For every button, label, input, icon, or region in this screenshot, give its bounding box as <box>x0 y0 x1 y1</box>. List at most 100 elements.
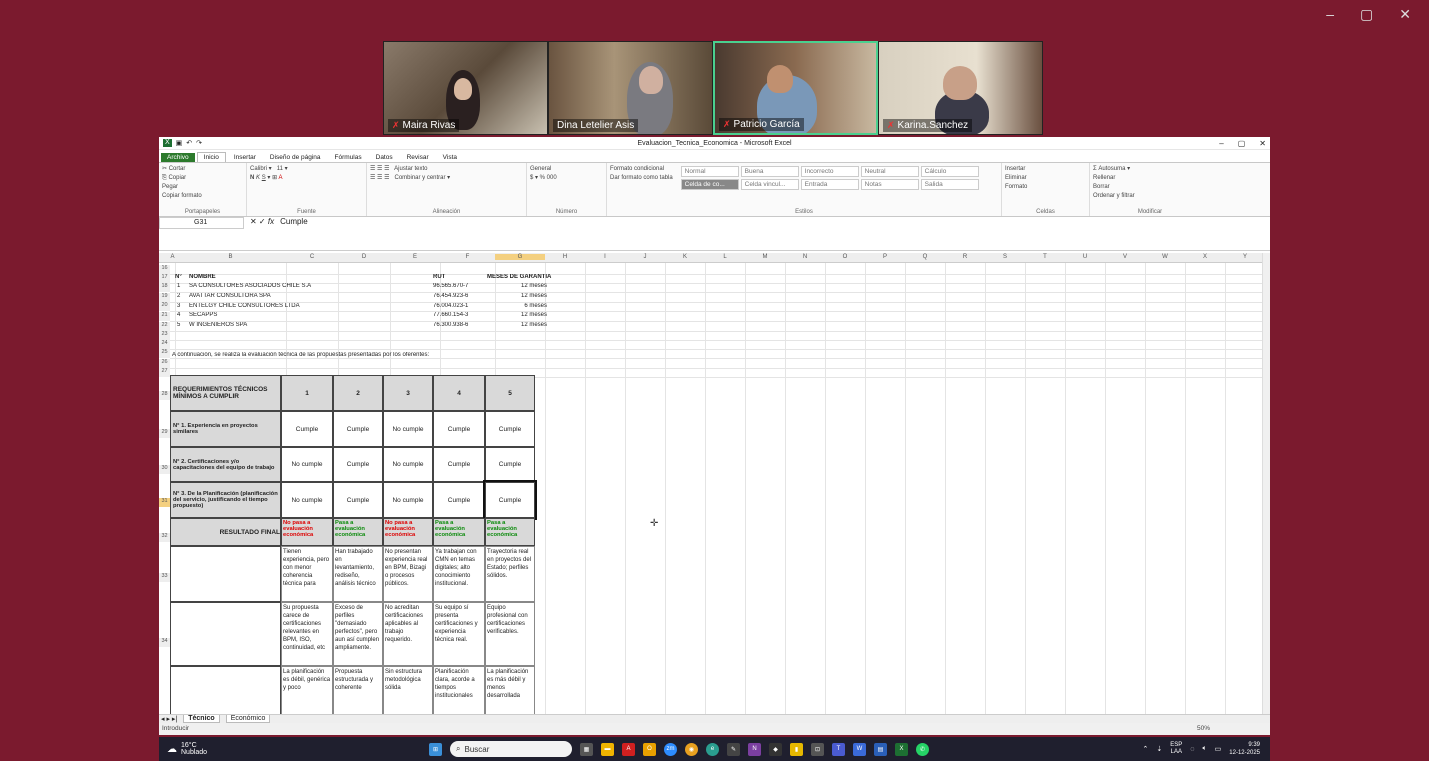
cell-company-n[interactable]: 2 <box>177 293 187 302</box>
participant-tile[interactable]: ✗ Maira Rivas <box>383 41 548 135</box>
column-header[interactable]: H <box>545 254 585 260</box>
excel-close-button[interactable]: ✕ <box>1259 139 1266 148</box>
requirement-result-cell[interactable]: Cumple <box>433 482 485 518</box>
spreadsheet-grid[interactable]: ABCDEFGHIJKLMNOPQRSTUVWXYZ 1617181920212… <box>159 253 1262 714</box>
sheet-tab-tecnico[interactable]: Técnico <box>183 715 220 723</box>
cell-company-n[interactable]: 3 <box>177 303 187 312</box>
cell-company-warranty[interactable]: 12 meses <box>487 322 547 331</box>
notes-cell[interactable]: Ya trabajan con CMN en temas digitales; … <box>433 546 485 602</box>
style-notas[interactable]: Notas <box>860 179 919 190</box>
cell-company-name[interactable]: AVATTAR CONSULTORA SPA <box>189 293 429 302</box>
notes-cell[interactable]: Han trabajado en levantamiento, rediseño… <box>333 546 383 602</box>
final-result-cell[interactable]: Pasa a evaluación económica <box>433 518 485 546</box>
tab-archivo[interactable]: Archivo <box>161 153 195 162</box>
cell-company-warranty[interactable]: 6 meses <box>487 303 547 312</box>
powerbi-icon[interactable]: ▮ <box>790 742 803 756</box>
cell-company-warranty[interactable]: 12 meses <box>487 283 547 292</box>
requirement-result-cell[interactable]: No cumple <box>383 447 433 482</box>
row-header[interactable]: 29 <box>159 429 170 438</box>
notes-cell[interactable]: Sin estructura metodológica sólida <box>383 666 433 714</box>
column-header[interactable]: U <box>1065 254 1105 260</box>
sheet-tab-economico[interactable]: Económico <box>225 715 271 723</box>
notes-cell[interactable]: Propuesta estructurada y coherente <box>333 666 383 714</box>
tab-formulas[interactable]: Fórmulas <box>329 153 368 162</box>
cell-company-warranty[interactable]: 12 meses <box>487 312 547 321</box>
notes-cell[interactable]: Equipo profesional con certificaciones v… <box>485 602 535 666</box>
row-header[interactable]: 17 <box>159 274 170 283</box>
zoom-icon[interactable]: zm <box>664 742 677 756</box>
style-neutral[interactable]: Neutral <box>860 166 919 177</box>
pdf-reader-icon[interactable]: A <box>622 742 635 756</box>
offer-column-header[interactable]: 1 <box>281 375 333 411</box>
notes-cell[interactable]: Tienen experiencia, pero con menor coher… <box>281 546 333 602</box>
edge-icon[interactable]: e <box>706 742 719 756</box>
requirement-result-cell[interactable]: No cumple <box>281 482 333 518</box>
row-header[interactable]: 19 <box>159 293 170 302</box>
column-header[interactable]: E <box>390 254 440 260</box>
font-style-buttons[interactable]: N K S ▾ ⊞ A <box>250 174 363 183</box>
notepad-icon[interactable]: ▤ <box>874 742 887 756</box>
cell-company-name[interactable]: SECAPPS <box>189 312 429 321</box>
notes-cell[interactable]: La planificación es más débil y menos de… <box>485 666 535 714</box>
style-entrada[interactable]: Entrada <box>800 179 859 190</box>
column-header[interactable]: C <box>286 254 338 260</box>
format-painter-button[interactable]: Copiar formato <box>162 192 243 201</box>
delete-cells-button[interactable]: Eliminar <box>1005 174 1086 183</box>
volume-icon[interactable]: 🔈︎ <box>1202 745 1206 753</box>
column-header[interactable]: F <box>440 254 495 260</box>
save-icon[interactable]: ▣ <box>176 139 183 147</box>
cell-company-warranty[interactable]: 12 meses <box>487 293 547 302</box>
column-header[interactable]: P <box>865 254 905 260</box>
style-salida[interactable]: Salida <box>920 179 979 190</box>
final-result-cell[interactable]: No pasa a evaluación económica <box>281 518 333 546</box>
excel-minimize-button[interactable]: – <box>1219 139 1223 148</box>
minimize-button[interactable]: – <box>1326 6 1334 23</box>
network-icon[interactable]: ⇣ <box>1156 745 1162 753</box>
cell-header-warranty[interactable]: MESES DE GARANTÍA <box>487 274 557 283</box>
row-header[interactable]: 21 <box>159 312 170 321</box>
offer-column-header[interactable]: 3 <box>383 375 433 411</box>
row-header[interactable]: 28 <box>159 391 170 400</box>
tab-revisar[interactable]: Revisar <box>401 153 435 162</box>
notes-empty-cell[interactable] <box>170 666 281 714</box>
notes-cell[interactable]: Su equipo sí presenta certificaciones y … <box>433 602 485 666</box>
column-header[interactable]: V <box>1105 254 1145 260</box>
cell-company-rut[interactable]: 76.004.023-1 <box>433 303 485 312</box>
language-indicator[interactable]: ESP LAA <box>1170 742 1182 756</box>
name-box[interactable]: G31 <box>159 217 244 229</box>
notes-cell[interactable]: No presentan experiencia real en BPM, Bi… <box>383 546 433 602</box>
chrome-icon[interactable]: ◉ <box>685 742 698 756</box>
cell-company-rut[interactable]: 96.565.670-7 <box>433 283 485 292</box>
participant-tile-active[interactable]: ✗ Patricio García <box>713 41 878 135</box>
file-explorer-icon[interactable]: ▬ <box>601 742 614 756</box>
restore-button[interactable]: ▢ <box>1360 6 1373 23</box>
chevron-up-icon[interactable]: ⌃ <box>1143 745 1149 753</box>
row-header[interactable]: 33 <box>159 573 170 582</box>
cell-company-name[interactable]: W INGENIEROS SPA <box>189 322 429 331</box>
requirement-result-cell[interactable]: Cumple <box>485 447 535 482</box>
store-icon[interactable]: ⊡ <box>811 742 824 756</box>
requirement-result-cell[interactable]: Cumple <box>433 447 485 482</box>
merge-center-button[interactable]: ☰ ☰ ☰ Combinar y centrar ▾ <box>370 174 523 183</box>
offer-column-header[interactable]: 2 <box>333 375 383 411</box>
whatsapp-icon[interactable]: ✆ <box>916 742 929 756</box>
row-header[interactable]: 25 <box>159 349 170 358</box>
battery-icon[interactable]: ▭ <box>1215 745 1222 753</box>
column-header[interactable]: W <box>1145 254 1185 260</box>
style-buena[interactable]: Buena <box>740 166 799 177</box>
column-header[interactable]: I <box>585 254 625 260</box>
wifi-icon[interactable]: ◌ <box>1190 746 1194 753</box>
requirement-result-cell[interactable]: Cumple <box>333 482 383 518</box>
excel-icon[interactable]: X <box>895 742 908 756</box>
autosum-button[interactable]: Σ Autosuma ▾ <box>1093 165 1207 174</box>
cell-company-rut[interactable]: 76.454.923-6 <box>433 293 485 302</box>
requirement-result-cell[interactable]: Cumple <box>333 447 383 482</box>
cell-company-n[interactable]: 1 <box>177 283 187 292</box>
offer-column-header[interactable]: 5 <box>485 375 535 411</box>
requirement-label[interactable]: N° 1. Experiencia en proyectos similares <box>170 411 281 447</box>
column-header[interactable]: B <box>175 254 286 260</box>
row-header[interactable]: 23 <box>159 331 170 340</box>
requirement-result-cell[interactable]: Cumple <box>281 411 333 447</box>
style-celda-control[interactable]: Celda de co... <box>680 179 739 190</box>
clear-button[interactable]: Borrar <box>1093 183 1207 192</box>
